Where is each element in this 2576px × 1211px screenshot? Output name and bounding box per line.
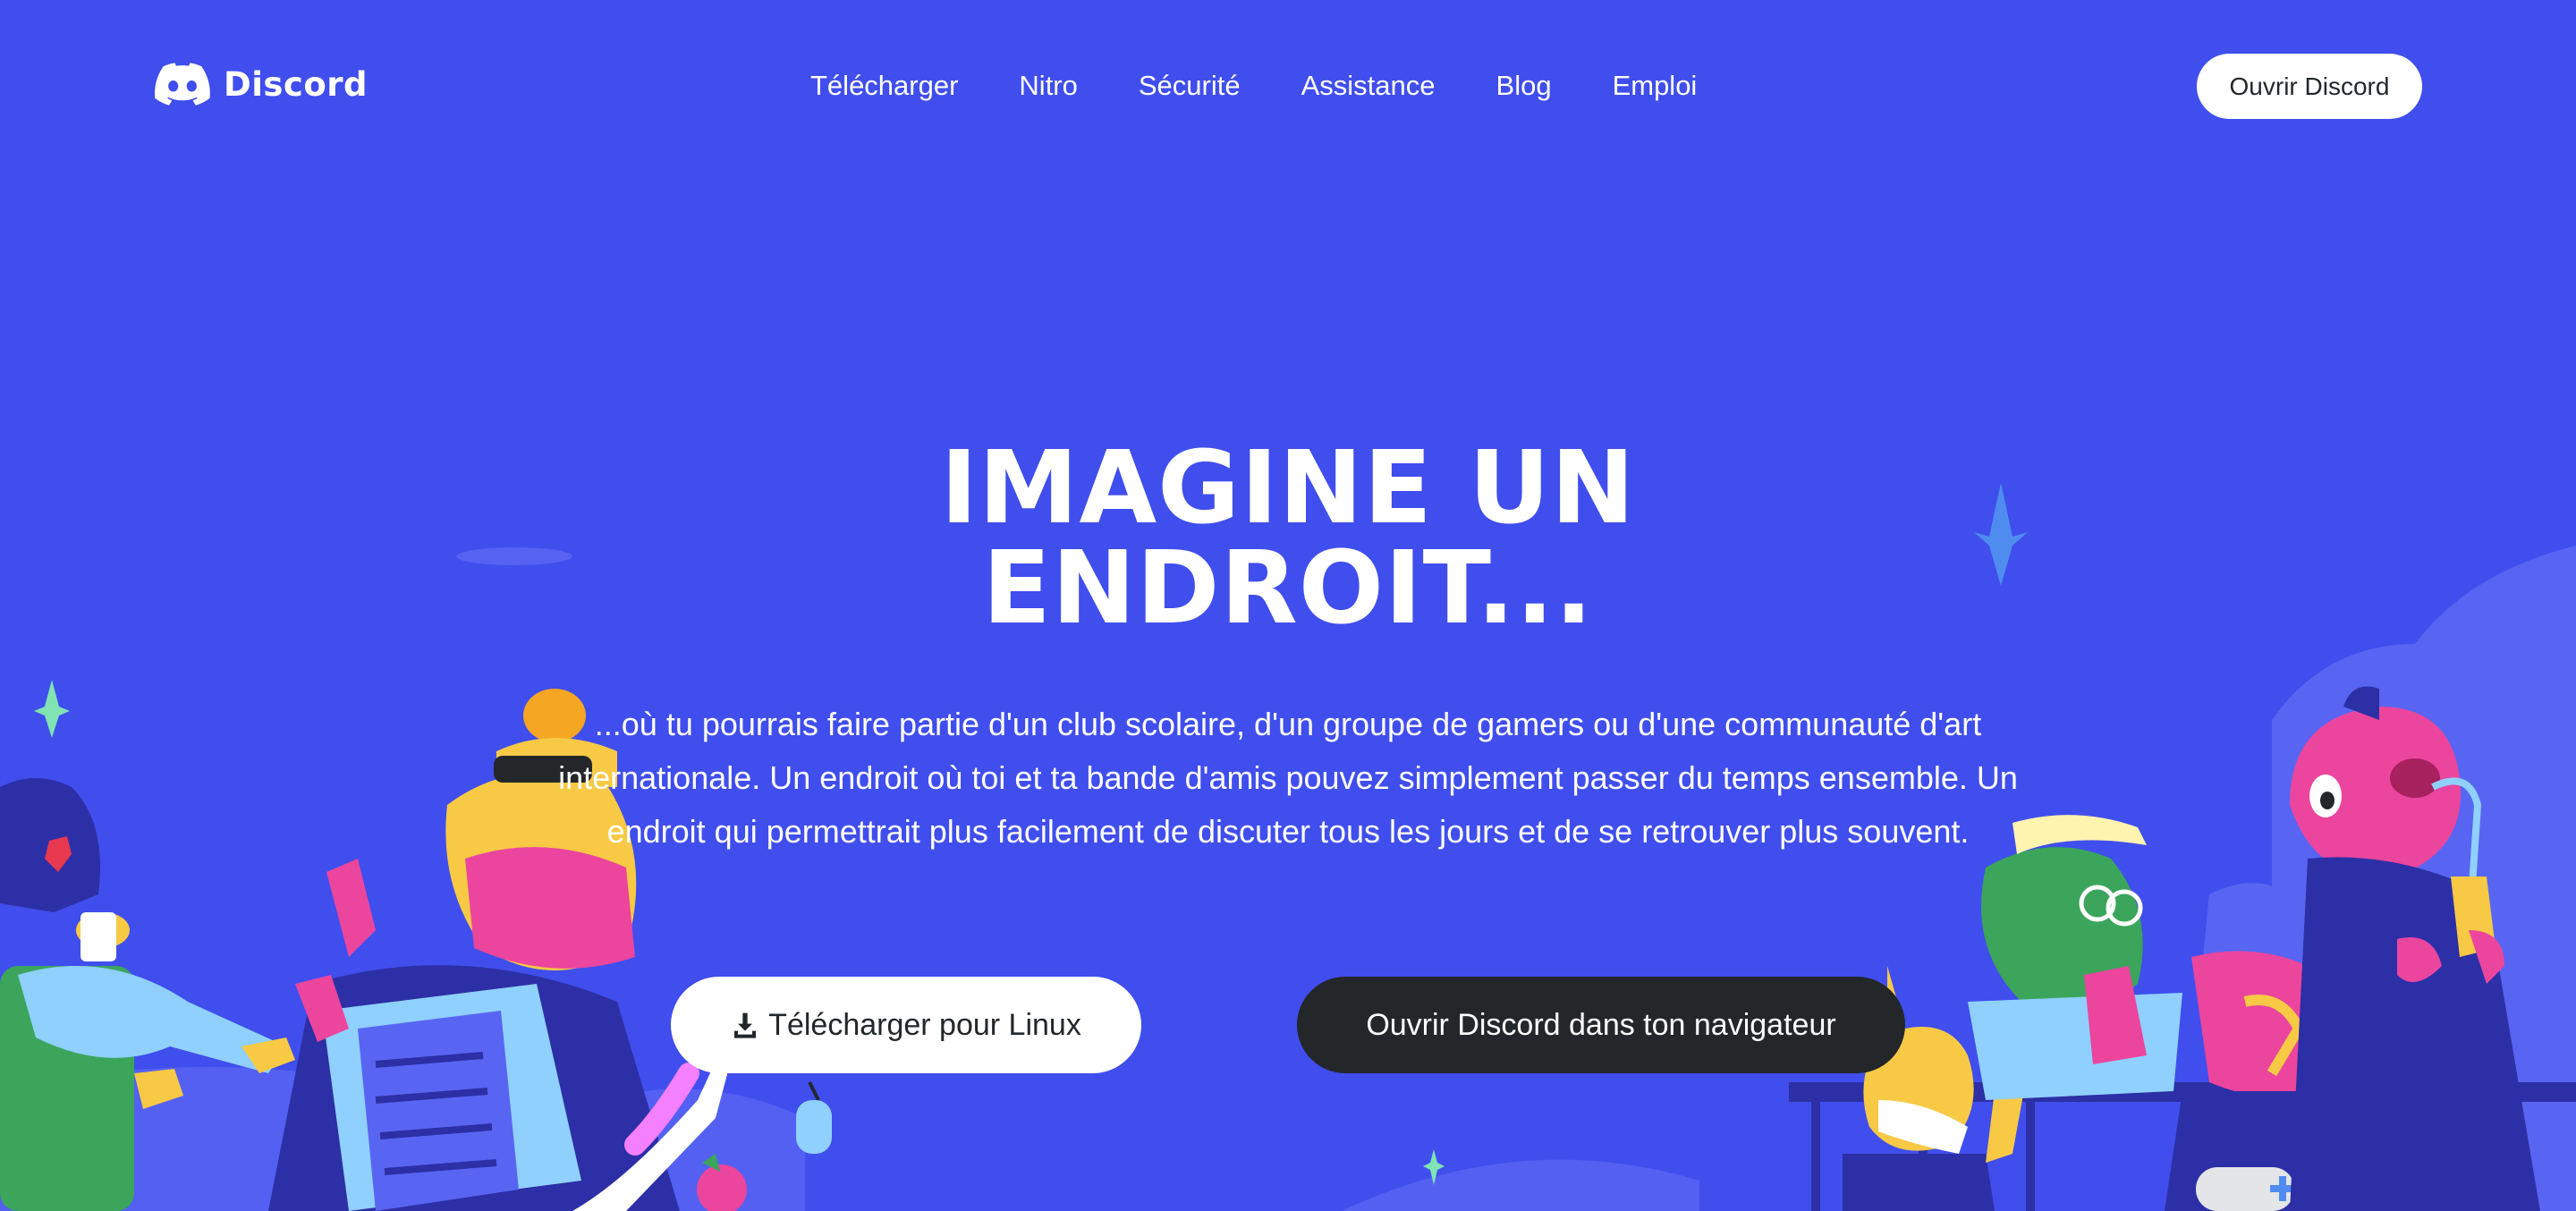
open-discord-button[interactable]: Ouvrir Discord — [2197, 54, 2422, 119]
hero-description: ...où tu pourrais faire partie d'un club… — [558, 706, 2018, 850]
logo-text: Discord — [224, 64, 369, 104]
discord-logo-icon — [155, 63, 210, 106]
open-in-browser-button[interactable]: Ouvrir Discord dans ton navigateur — [1297, 977, 1905, 1073]
discord-landing-page: Discord Télécharger Nitro Sécurité Assis… — [0, 0, 2576, 1211]
download-linux-button[interactable]: Télécharger pour Linux — [671, 977, 1141, 1073]
sparkle-icon — [1423, 1149, 1445, 1185]
discord-logo[interactable]: Discord — [154, 59, 368, 109]
download-icon — [734, 1012, 757, 1038]
download-linux-label: Télécharger pour Linux — [768, 1007, 1081, 1042]
sparkle-icon — [34, 680, 70, 738]
top-header: Discord Télécharger Nitro Sécurité Assis… — [0, 0, 2576, 175]
nav-link-telecharger[interactable]: Télécharger — [810, 68, 958, 104]
nav-link-nitro[interactable]: Nitro — [1019, 68, 1077, 104]
nav-link-emploi[interactable]: Emploi — [1613, 68, 1698, 104]
nav-link-blog[interactable]: Blog — [1496, 68, 1552, 104]
hero-title: IMAGINE UN ENDROIT... — [0, 438, 2576, 639]
hero-title-line-1: IMAGINE UN — [940, 430, 1636, 546]
main-nav: Télécharger Nitro Sécurité Assistance Bl… — [810, 68, 1697, 104]
nav-link-assistance[interactable]: Assistance — [1301, 68, 1436, 104]
hero-title-line-2: ENDROIT... — [982, 530, 1594, 647]
nav-link-securite[interactable]: Sécurité — [1139, 68, 1241, 104]
